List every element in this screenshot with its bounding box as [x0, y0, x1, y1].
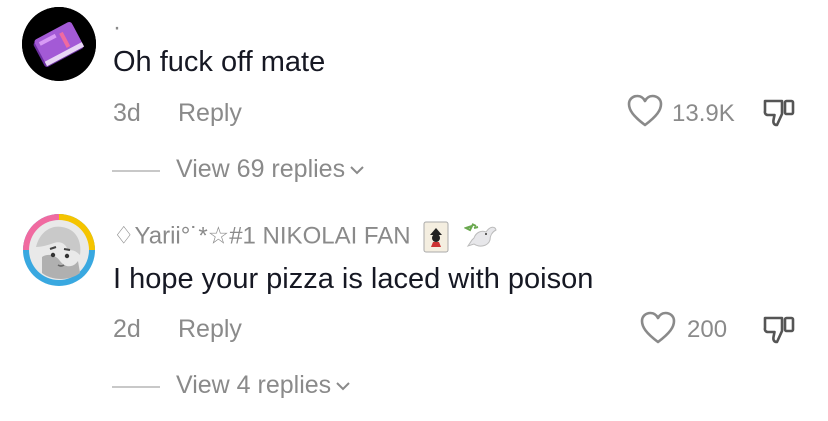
like-count: 13.9K [672, 100, 735, 127]
reply-button[interactable]: Reply [178, 315, 242, 344]
comment-text: I hope your pizza is laced with poison [113, 263, 594, 295]
avatar[interactable] [22, 213, 96, 287]
purple-book-icon [22, 7, 96, 81]
comment-text: Oh fuck off mate [113, 46, 326, 78]
view-replies-label: View 69 replies [176, 155, 346, 183]
username[interactable]: · [113, 14, 121, 42]
view-replies-button[interactable]: View 4 replies [176, 371, 351, 400]
dove-with-olive-branch-icon [463, 223, 497, 247]
thumbs-down-icon[interactable] [762, 312, 796, 346]
chevron-down-icon [336, 382, 350, 391]
like-count: 200 [687, 316, 728, 343]
anime-character-avatar [23, 214, 95, 286]
joker-card-icon [423, 221, 449, 253]
view-replies-button[interactable]: View 69 replies [176, 155, 365, 184]
comment-time: 2d [113, 315, 141, 343]
replies-divider [112, 170, 160, 172]
username-text: ♢Yarii°˙*☆#1 NIKOLAI FAN [113, 222, 411, 250]
heart-icon[interactable] [640, 311, 676, 345]
thumbs-down-icon[interactable] [762, 95, 796, 129]
username[interactable]: ♢Yarii°˙*☆#1 NIKOLAI FAN [113, 221, 498, 253]
chevron-down-icon [350, 166, 364, 175]
view-replies-label: View 4 replies [176, 371, 332, 399]
reply-button[interactable]: Reply [178, 99, 242, 128]
heart-icon[interactable] [627, 94, 663, 128]
replies-divider [112, 386, 160, 388]
avatar[interactable] [22, 7, 96, 81]
comment-time: 3d [113, 99, 141, 127]
